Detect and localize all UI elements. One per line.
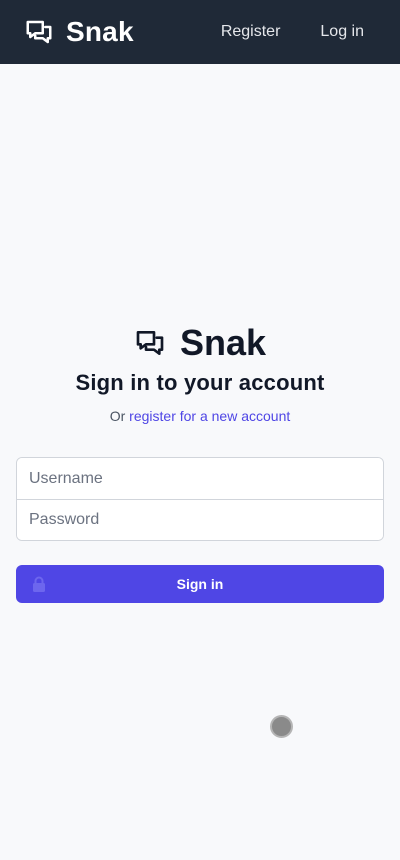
lock-icon [32,576,46,592]
login-panel: Snak Sign in to your account Or register… [16,322,384,603]
nav-register-link[interactable]: Register [201,15,301,49]
chat-bubbles-icon [134,327,166,359]
nav-login-link[interactable]: Log in [300,15,380,49]
mouse-cursor [270,715,293,738]
register-prompt-prefix: Or [109,408,130,424]
password-input[interactable] [17,499,383,540]
brand-name: Snak [66,16,134,47]
top-nav: Register Log in [201,15,380,49]
credentials-group [16,457,384,541]
brand-link[interactable]: Snak [24,16,134,48]
top-navbar: Snak Register Log in [0,0,400,64]
login-logo: Snak [16,322,384,364]
login-logo-text: Snak [179,322,267,363]
sign-in-label: Sign in [176,576,224,592]
chat-bubbles-icon [24,17,54,47]
register-link[interactable]: register for a new account [129,408,290,424]
username-input[interactable] [17,458,383,499]
sign-in-button[interactable]: Sign in [16,565,384,603]
register-prompt: Or register for a new account [16,408,384,424]
page-title: Sign in to your account [75,370,325,395]
